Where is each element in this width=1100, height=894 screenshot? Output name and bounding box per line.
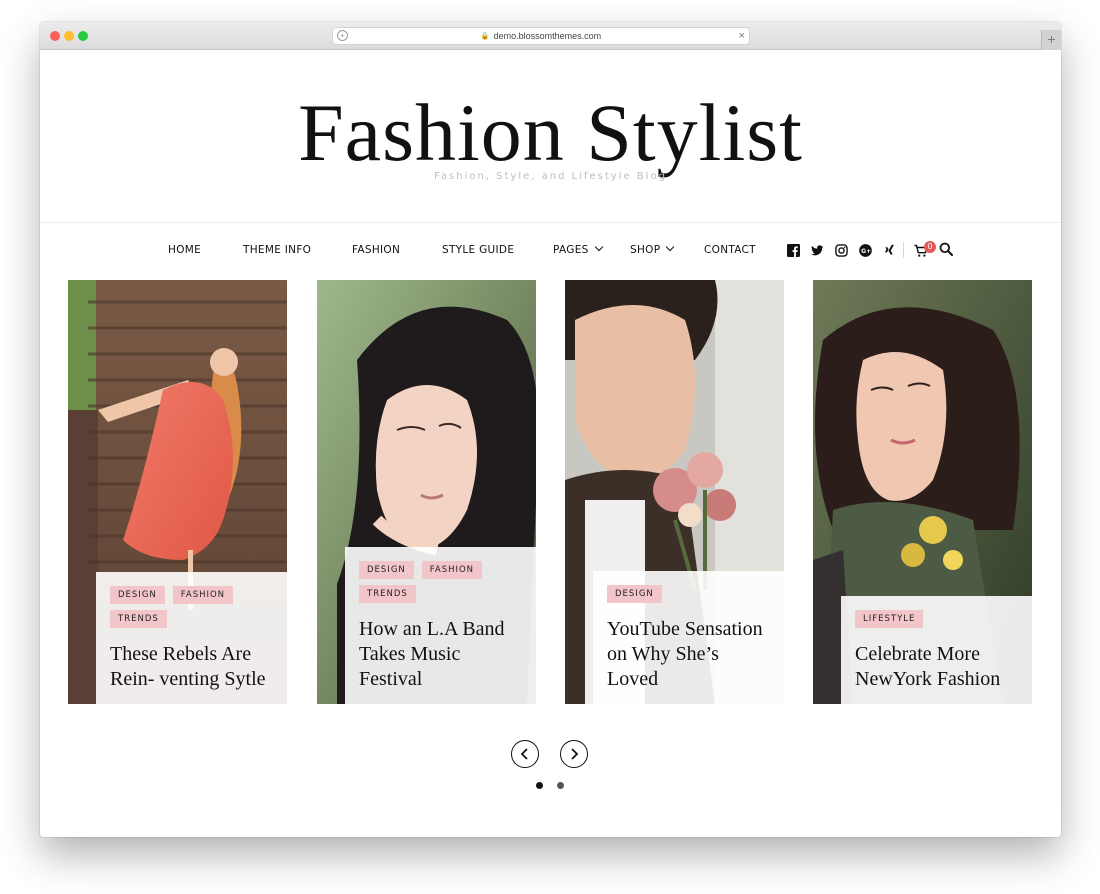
facebook-icon[interactable]: [786, 243, 800, 257]
tag-trends[interactable]: TRENDS: [110, 610, 167, 628]
nav-item-shop-label: SHOP: [630, 244, 661, 256]
browser-window: + 🔒 demo.blossomthemes.com × + Fashion S…: [40, 22, 1061, 837]
instagram-icon[interactable]: [834, 243, 848, 257]
minimize-window-button[interactable]: [64, 31, 74, 41]
slide-card[interactable]: LIFESTYLE Celebrate More NewYork Fashion: [813, 280, 1032, 704]
nav-item-home[interactable]: HOME: [168, 244, 201, 256]
slider-dot-2[interactable]: [557, 782, 564, 789]
tag-design[interactable]: DESIGN: [359, 561, 414, 579]
nav-item-pages[interactable]: PAGES: [553, 242, 603, 256]
nav-item-theme-info[interactable]: THEME INFO: [243, 244, 311, 256]
tag-list: DESIGN FASHION TRENDS: [359, 561, 526, 603]
twitter-icon[interactable]: [810, 243, 824, 257]
nav-item-contact[interactable]: CONTACT: [704, 244, 756, 256]
nav-separator: [903, 242, 904, 258]
slide-card[interactable]: DESIGN YouTube Sensation on Why She’s Lo…: [565, 280, 784, 704]
xing-icon[interactable]: [882, 243, 896, 257]
site-tagline: Fashion, Style, and Lifestyle Blog: [434, 171, 667, 182]
slide-caption: DESIGN FASHION TRENDS How an L.A Band Ta…: [345, 547, 536, 704]
tag-list: DESIGN FASHION TRENDS: [110, 586, 277, 628]
svg-text:G+: G+: [861, 247, 871, 254]
post-title[interactable]: These Rebels Are Rein- venting Sytle: [110, 642, 277, 692]
slide-caption: DESIGN FASHION TRENDS These Rebels Are R…: [96, 572, 287, 704]
site-title[interactable]: Fashion Stylist: [40, 88, 1061, 178]
tag-list: LIFESTYLE: [855, 610, 1022, 628]
new-tab-button[interactable]: +: [1041, 30, 1061, 50]
nav-item-shop[interactable]: SHOP: [630, 242, 675, 256]
nav-item-style-guide[interactable]: STYLE GUIDE: [442, 244, 514, 256]
tag-fashion[interactable]: FASHION: [172, 586, 234, 604]
header-divider: [40, 222, 1061, 223]
google-plus-icon[interactable]: G+: [858, 243, 872, 257]
reader-icon[interactable]: +: [337, 30, 348, 41]
search-icon[interactable]: [939, 242, 955, 258]
chevron-left-icon: [520, 748, 528, 760]
slide-caption: DESIGN YouTube Sensation on Why She’s Lo…: [593, 571, 784, 704]
post-title[interactable]: How an L.A Band Takes Music Festival: [359, 617, 526, 692]
address-bar[interactable]: + 🔒 demo.blossomthemes.com ×: [332, 27, 750, 45]
slider-prev-button[interactable]: [511, 740, 539, 768]
browser-titlebar: + 🔒 demo.blossomthemes.com × +: [40, 22, 1061, 50]
nav-item-fashion[interactable]: FASHION: [352, 244, 400, 256]
slider-next-button[interactable]: [560, 740, 588, 768]
cart-button[interactable]: 0: [914, 241, 936, 259]
clear-url-icon[interactable]: ×: [739, 29, 745, 43]
tag-design[interactable]: DESIGN: [110, 586, 165, 604]
close-window-button[interactable]: [50, 31, 60, 41]
cart-count-badge: 0: [924, 241, 936, 253]
tag-trends[interactable]: TRENDS: [359, 585, 416, 603]
lock-icon: 🔒: [480, 33, 490, 40]
chevron-down-icon: [594, 242, 603, 252]
chevron-right-icon: [571, 748, 579, 760]
post-title[interactable]: YouTube Sensation on Why She’s Loved: [607, 617, 774, 692]
slider-dot-1[interactable]: [536, 782, 543, 789]
slide-card[interactable]: DESIGN FASHION TRENDS How an L.A Band Ta…: [317, 280, 536, 704]
slide-caption: LIFESTYLE Celebrate More NewYork Fashion: [841, 596, 1032, 704]
tag-list: DESIGN: [607, 585, 774, 603]
post-title[interactable]: Celebrate More NewYork Fashion: [855, 642, 1022, 692]
nav-item-pages-label: PAGES: [553, 244, 589, 256]
slide-card[interactable]: DESIGN FASHION TRENDS These Rebels Are R…: [68, 280, 287, 704]
tag-fashion[interactable]: FASHION: [421, 561, 483, 579]
maximize-window-button[interactable]: [78, 31, 88, 41]
tag-lifestyle[interactable]: LIFESTYLE: [855, 610, 924, 628]
main-navigation: HOME THEME INFO FASHION STYLE GUIDE PAGE…: [40, 240, 1061, 264]
chevron-down-icon: [666, 242, 675, 252]
tag-design[interactable]: DESIGN: [607, 585, 662, 603]
url-text: demo.blossomthemes.com: [493, 31, 602, 41]
